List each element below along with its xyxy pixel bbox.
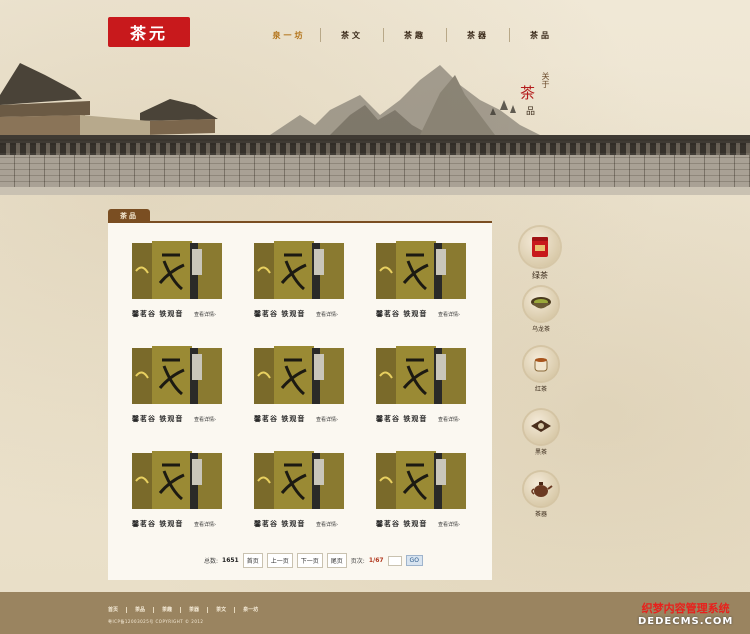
product-detail-link[interactable]: 查看详情› xyxy=(194,416,216,423)
product-card[interactable]: 馨茗谷 铁观音 查看详情› xyxy=(132,346,228,438)
product-panel: 馨茗谷 铁观音 查看详情› 馨茗谷 铁观音 查看详情› 馨茗谷 铁观音 查看详情› 馨茗谷 … xyxy=(108,223,492,580)
product-name[interactable]: 馨茗谷 铁观音 xyxy=(376,414,427,424)
product-image[interactable] xyxy=(254,451,346,509)
watermark-line1: 织梦内容管理系统 xyxy=(641,602,730,615)
pagination: 总数: 1651 首页 上一页 下一页 尾页 页次: 1/67 GO xyxy=(204,553,423,568)
footer-divider xyxy=(234,606,236,613)
product-image[interactable] xyxy=(132,451,224,509)
category-black-tea[interactable]: 红茶 xyxy=(520,347,562,393)
pager-total-label: 总数: xyxy=(204,558,219,565)
tea-brick-icon xyxy=(524,410,558,444)
temple-roof-illustration xyxy=(0,63,218,137)
watermark-line2: DEDECMS.COM xyxy=(638,616,734,627)
footer-link-products[interactable]: 茶品 xyxy=(135,606,145,613)
about-tea-link[interactable]: 关于 茶 品 xyxy=(520,72,560,120)
pager-next-button[interactable]: 下一页 xyxy=(296,553,323,568)
category-green-tea[interactable]: 绿茶 xyxy=(519,227,561,281)
teapot-icon xyxy=(524,472,558,506)
category-label: 黑茶 xyxy=(534,449,547,456)
footer-link-about[interactable]: 泉一坊 xyxy=(243,606,258,613)
pager-page-label: 页次: xyxy=(350,558,365,565)
product-card[interactable]: 馨茗谷 铁观音 查看详情› xyxy=(376,241,472,333)
product-name[interactable]: 馨茗谷 铁观音 xyxy=(376,309,427,319)
product-card[interactable]: 馨茗谷 铁观音 查看详情› xyxy=(376,451,472,543)
product-image[interactable] xyxy=(132,346,224,404)
category-label: 红茶 xyxy=(534,386,547,393)
category-label: 乌龙茶 xyxy=(531,326,550,333)
wall-brick-pattern xyxy=(0,155,750,187)
about-small-text: 关于 xyxy=(541,72,550,88)
product-detail-link[interactable]: 查看详情› xyxy=(316,311,338,318)
product-name[interactable]: 馨茗谷 铁观音 xyxy=(376,519,427,529)
footer-divider xyxy=(153,606,155,613)
wall-tile-pattern xyxy=(0,143,750,155)
product-detail-link[interactable]: 查看详情› xyxy=(438,311,460,318)
product-detail-link[interactable]: 查看详情› xyxy=(316,416,338,423)
footer-divider xyxy=(126,606,128,613)
pager-page-value: 1/67 xyxy=(368,557,384,564)
nav-item-products[interactable]: 茶品 xyxy=(510,30,572,41)
product-card[interactable]: 馨茗谷 铁观音 查看详情› xyxy=(254,451,350,543)
product-detail-link[interactable]: 查看详情› xyxy=(194,521,216,528)
category-label: 绿茶 xyxy=(532,271,548,280)
pager-total-value: 1651 xyxy=(222,557,239,564)
product-image[interactable] xyxy=(254,346,346,404)
product-detail-link[interactable]: 查看详情› xyxy=(438,521,460,528)
product-image[interactable] xyxy=(254,241,346,299)
product-card[interactable]: 馨茗谷 铁观音 查看详情› xyxy=(132,241,228,333)
category-dark-tea[interactable]: 黑茶 xyxy=(520,410,562,456)
pager-last-button[interactable]: 尾页 xyxy=(326,553,347,568)
category-tea-ware[interactable]: 茶器 xyxy=(520,472,562,518)
product-card[interactable]: 馨茗谷 铁观音 查看详情› xyxy=(254,346,350,438)
product-name[interactable]: 馨茗谷 铁观音 xyxy=(254,414,305,424)
site-logo[interactable]: 茶元 xyxy=(108,17,190,47)
nav-item-ware[interactable]: 茶器 xyxy=(447,30,509,41)
pager-page-input[interactable] xyxy=(387,555,402,566)
logo-text: 茶元 xyxy=(129,24,168,43)
about-big-text: 茶 xyxy=(520,84,536,102)
tea-cup-green-icon xyxy=(524,287,558,321)
product-detail-link[interactable]: 查看详情› xyxy=(194,311,216,318)
pager-prev-button[interactable]: 上一页 xyxy=(266,553,293,568)
product-detail-link[interactable]: 查看详情› xyxy=(438,416,460,423)
tea-cup-red-icon xyxy=(524,347,558,381)
about-bottom-text: 品 xyxy=(526,107,536,117)
nav-item-home[interactable]: 泉一坊 xyxy=(258,30,320,41)
tea-can-icon xyxy=(520,227,560,267)
watermark: 织梦内容管理系统 DEDECMS.COM xyxy=(638,600,733,627)
product-card[interactable]: 馨茗谷 铁观音 查看详情› xyxy=(254,241,350,333)
product-card[interactable]: 馨茗谷 铁观音 查看详情› xyxy=(376,346,472,438)
footer-link-fun[interactable]: 茶趣 xyxy=(162,606,172,613)
product-name[interactable]: 馨茗谷 铁观音 xyxy=(132,309,183,319)
category-label: 茶器 xyxy=(534,511,547,518)
copyright-text: 粤ICP备12003025号 COPYRIGHT © 2012 xyxy=(108,619,204,624)
product-image[interactable] xyxy=(376,346,468,404)
product-name[interactable]: 馨茗谷 铁观音 xyxy=(132,519,183,529)
main-nav: 泉一坊 茶文 茶趣 茶器 茶品 xyxy=(258,24,572,46)
nav-item-fun[interactable]: 茶趣 xyxy=(384,30,446,41)
pager-go-button[interactable]: GO xyxy=(405,555,423,566)
nav-item-culture[interactable]: 茶文 xyxy=(321,30,383,41)
product-card[interactable]: 馨茗谷 铁观音 查看详情› xyxy=(132,451,228,543)
product-detail-link[interactable]: 查看详情› xyxy=(316,521,338,528)
product-name[interactable]: 馨茗谷 铁观音 xyxy=(254,519,305,529)
mountains-illustration xyxy=(270,65,540,135)
footer-divider xyxy=(207,606,209,613)
product-name[interactable]: 馨茗谷 铁观音 xyxy=(132,414,183,424)
footer-links: 首页 茶品 茶趣 茶器 茶文 泉一坊 xyxy=(108,606,258,613)
footer-divider xyxy=(180,606,182,613)
product-image[interactable] xyxy=(376,451,468,509)
footer-link-home[interactable]: 首页 xyxy=(108,606,118,613)
footer-link-ware[interactable]: 茶器 xyxy=(189,606,199,613)
footer-link-culture[interactable]: 茶文 xyxy=(216,606,226,613)
product-image[interactable] xyxy=(132,241,224,299)
pager-first-button[interactable]: 首页 xyxy=(242,553,263,568)
product-image[interactable] xyxy=(376,241,468,299)
category-oolong-tea[interactable]: 乌龙茶 xyxy=(520,287,562,333)
product-name[interactable]: 馨茗谷 铁观音 xyxy=(254,309,305,319)
